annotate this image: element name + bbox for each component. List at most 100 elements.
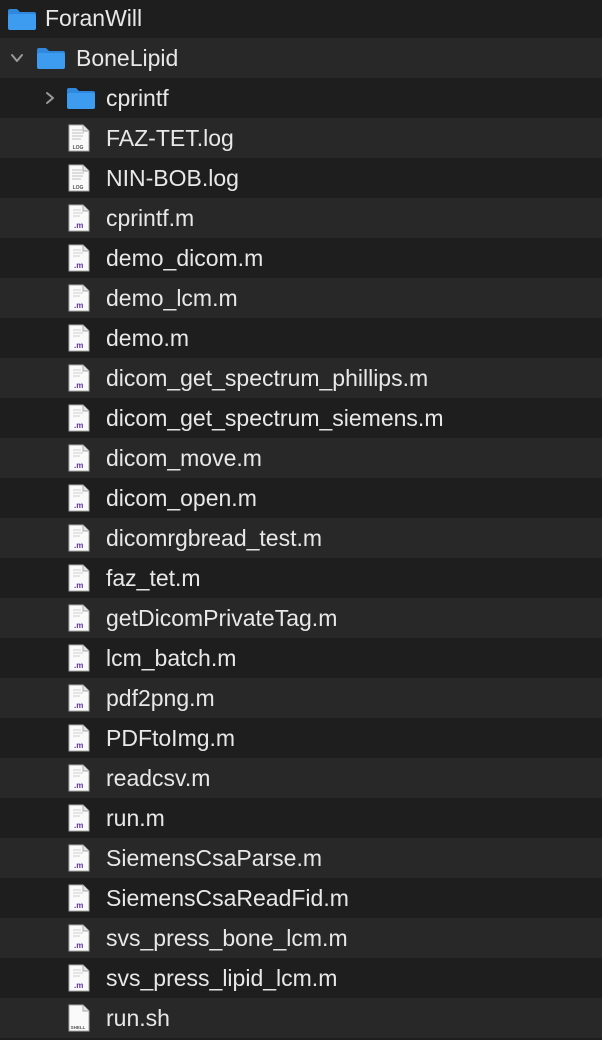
file-label: demo_lcm.m xyxy=(106,285,238,311)
file-label: SiemensCsaParse.m xyxy=(106,845,323,871)
tree-row-file-svs-press-lipid-lcm-m[interactable]: .m svs_press_lipid_lcm.m xyxy=(0,958,602,998)
tree-row-file-dicom-move-m[interactable]: .m dicom_move.m xyxy=(0,438,602,478)
svg-text:.m: .m xyxy=(74,621,83,630)
folder-label: ForanWill xyxy=(45,5,143,31)
matlab-file-icon: .m xyxy=(68,404,90,437)
svg-text:.m: .m xyxy=(74,701,83,710)
tree-row-folder-cprintf[interactable]: cprintf xyxy=(0,78,602,118)
svg-text:LOG: LOG xyxy=(73,185,84,191)
folder-icon xyxy=(66,86,96,115)
svg-text:.m: .m xyxy=(74,901,83,910)
tree-row-file-pdftoimg-m[interactable]: .m PDFtoImg.m xyxy=(0,718,602,758)
matlab-file-icon: .m xyxy=(68,444,90,477)
svg-text:.m: .m xyxy=(74,381,83,390)
log-file-icon: LOG xyxy=(68,124,90,157)
matlab-file-icon: .m xyxy=(68,324,90,357)
svg-text:LOG: LOG xyxy=(73,145,84,151)
matlab-file-icon: .m xyxy=(68,724,90,757)
matlab-file-icon: .m xyxy=(68,204,90,237)
svg-text:.m: .m xyxy=(74,981,83,990)
matlab-file-icon: .m xyxy=(68,244,90,277)
tree-row-file-demo-lcm-m[interactable]: .m demo_lcm.m xyxy=(0,278,602,318)
tree-row-folder-bonelipid[interactable]: BoneLipid xyxy=(0,38,602,78)
tree-row-file-run-sh[interactable]: SHELL run.sh xyxy=(0,998,602,1038)
matlab-file-icon: .m xyxy=(68,764,90,797)
file-label: demo_dicom.m xyxy=(106,245,264,271)
file-label: NIN-BOB.log xyxy=(106,165,239,191)
svg-text:.m: .m xyxy=(74,661,83,670)
file-label: run.m xyxy=(106,805,165,831)
file-label: dicomrgbread_test.m xyxy=(106,525,323,551)
matlab-file-icon: .m xyxy=(68,644,90,677)
tree-row-file-demo-m[interactable]: .m demo.m xyxy=(0,318,602,358)
file-label: getDicomPrivateTag.m xyxy=(106,605,338,631)
tree-row-file-dicom-get-spectrum-phillips-m[interactable]: .m dicom_get_spectrum_phillips.m xyxy=(0,358,602,398)
folder-icon xyxy=(36,46,66,75)
matlab-file-icon: .m xyxy=(68,844,90,877)
chevron-right-icon[interactable] xyxy=(42,90,58,106)
log-file-icon: LOG xyxy=(68,164,90,197)
file-label: lcm_batch.m xyxy=(106,645,237,671)
matlab-file-icon: .m xyxy=(68,964,90,997)
file-label: pdf2png.m xyxy=(106,685,215,711)
matlab-file-icon: .m xyxy=(68,284,90,317)
tree-row-file-dicom-open-m[interactable]: .m dicom_open.m xyxy=(0,478,602,518)
tree-row-folder-foranwill[interactable]: ForanWill xyxy=(0,0,602,37)
file-label: run.sh xyxy=(106,1005,170,1031)
tree-row-file-run-m[interactable]: .m run.m xyxy=(0,798,602,838)
tree-row-file-readcsv-m[interactable]: .m readcsv.m xyxy=(0,758,602,798)
svg-text:.m: .m xyxy=(74,741,83,750)
tree-row-file-pdf2png-m[interactable]: .m pdf2png.m xyxy=(0,678,602,718)
folder-label: BoneLipid xyxy=(76,45,179,71)
matlab-file-icon: .m xyxy=(68,524,90,557)
tree-row-file-cprintf-m[interactable]: .m cprintf.m xyxy=(0,198,602,238)
svg-text:.m: .m xyxy=(74,541,83,550)
file-label: svs_press_bone_lcm.m xyxy=(106,925,348,951)
matlab-file-icon: .m xyxy=(68,924,90,957)
matlab-file-icon: .m xyxy=(68,604,90,637)
svg-text:.m: .m xyxy=(74,421,83,430)
svg-text:.m: .m xyxy=(74,461,83,470)
svg-text:.m: .m xyxy=(74,861,83,870)
matlab-file-icon: .m xyxy=(68,364,90,397)
svg-text:.m: .m xyxy=(74,581,83,590)
svg-text:SHELL: SHELL xyxy=(71,1025,86,1030)
tree-row-file-demo-dicom-m[interactable]: .m demo_dicom.m xyxy=(0,238,602,278)
matlab-file-icon: .m xyxy=(68,804,90,837)
tree-row-file-siemenscsareadfid-m[interactable]: .m SiemensCsaReadFid.m xyxy=(0,878,602,918)
file-label: dicom_open.m xyxy=(106,485,257,511)
file-label: cprintf.m xyxy=(106,205,195,231)
file-label: faz_tet.m xyxy=(106,565,201,591)
svg-text:.m: .m xyxy=(74,301,83,310)
tree-row-file-faz-tet-log[interactable]: LOG FAZ-TET.log xyxy=(0,118,602,158)
matlab-file-icon: .m xyxy=(68,684,90,717)
svg-text:.m: .m xyxy=(74,941,83,950)
matlab-file-icon: .m xyxy=(68,884,90,917)
svg-text:.m: .m xyxy=(74,341,83,350)
tree-row-file-nin-bob-log[interactable]: LOG NIN-BOB.log xyxy=(0,158,602,198)
chevron-down-icon[interactable] xyxy=(9,50,25,66)
svg-text:.m: .m xyxy=(74,221,83,230)
file-label: FAZ-TET.log xyxy=(106,125,234,151)
tree-row-file-siemenscsaparse-m[interactable]: .m SiemensCsaParse.m xyxy=(0,838,602,878)
tree-row-file-dicomrgbread-test-m[interactable]: .m dicomrgbread_test.m xyxy=(0,518,602,558)
file-label: dicom_get_spectrum_siemens.m xyxy=(106,405,444,431)
file-label: dicom_get_spectrum_phillips.m xyxy=(106,365,429,391)
file-tree: ForanWill BoneLipid cprintf LOG FAZ-TET.log L… xyxy=(0,0,602,1040)
folder-label: cprintf xyxy=(106,85,169,111)
tree-row-file-svs-press-bone-lcm-m[interactable]: .m svs_press_bone_lcm.m xyxy=(0,918,602,958)
svg-text:.m: .m xyxy=(74,781,83,790)
file-label: readcsv.m xyxy=(106,765,211,791)
file-label: demo.m xyxy=(106,325,190,351)
folder-icon xyxy=(7,7,37,36)
svg-text:.m: .m xyxy=(74,501,83,510)
matlab-file-icon: .m xyxy=(68,484,90,517)
matlab-file-icon: .m xyxy=(68,564,90,597)
tree-row-file-faz-tet-m[interactable]: .m faz_tet.m xyxy=(0,558,602,598)
tree-row-file-lcm-batch-m[interactable]: .m lcm_batch.m xyxy=(0,638,602,678)
file-label: dicom_move.m xyxy=(106,445,262,471)
tree-row-file-getdicomprivatetag-m[interactable]: .m getDicomPrivateTag.m xyxy=(0,598,602,638)
shell-file-icon: SHELL xyxy=(68,1004,90,1037)
tree-row-file-dicom-get-spectrum-siemens-m[interactable]: .m dicom_get_spectrum_siemens.m xyxy=(0,398,602,438)
file-label: PDFtoImg.m xyxy=(106,725,236,751)
